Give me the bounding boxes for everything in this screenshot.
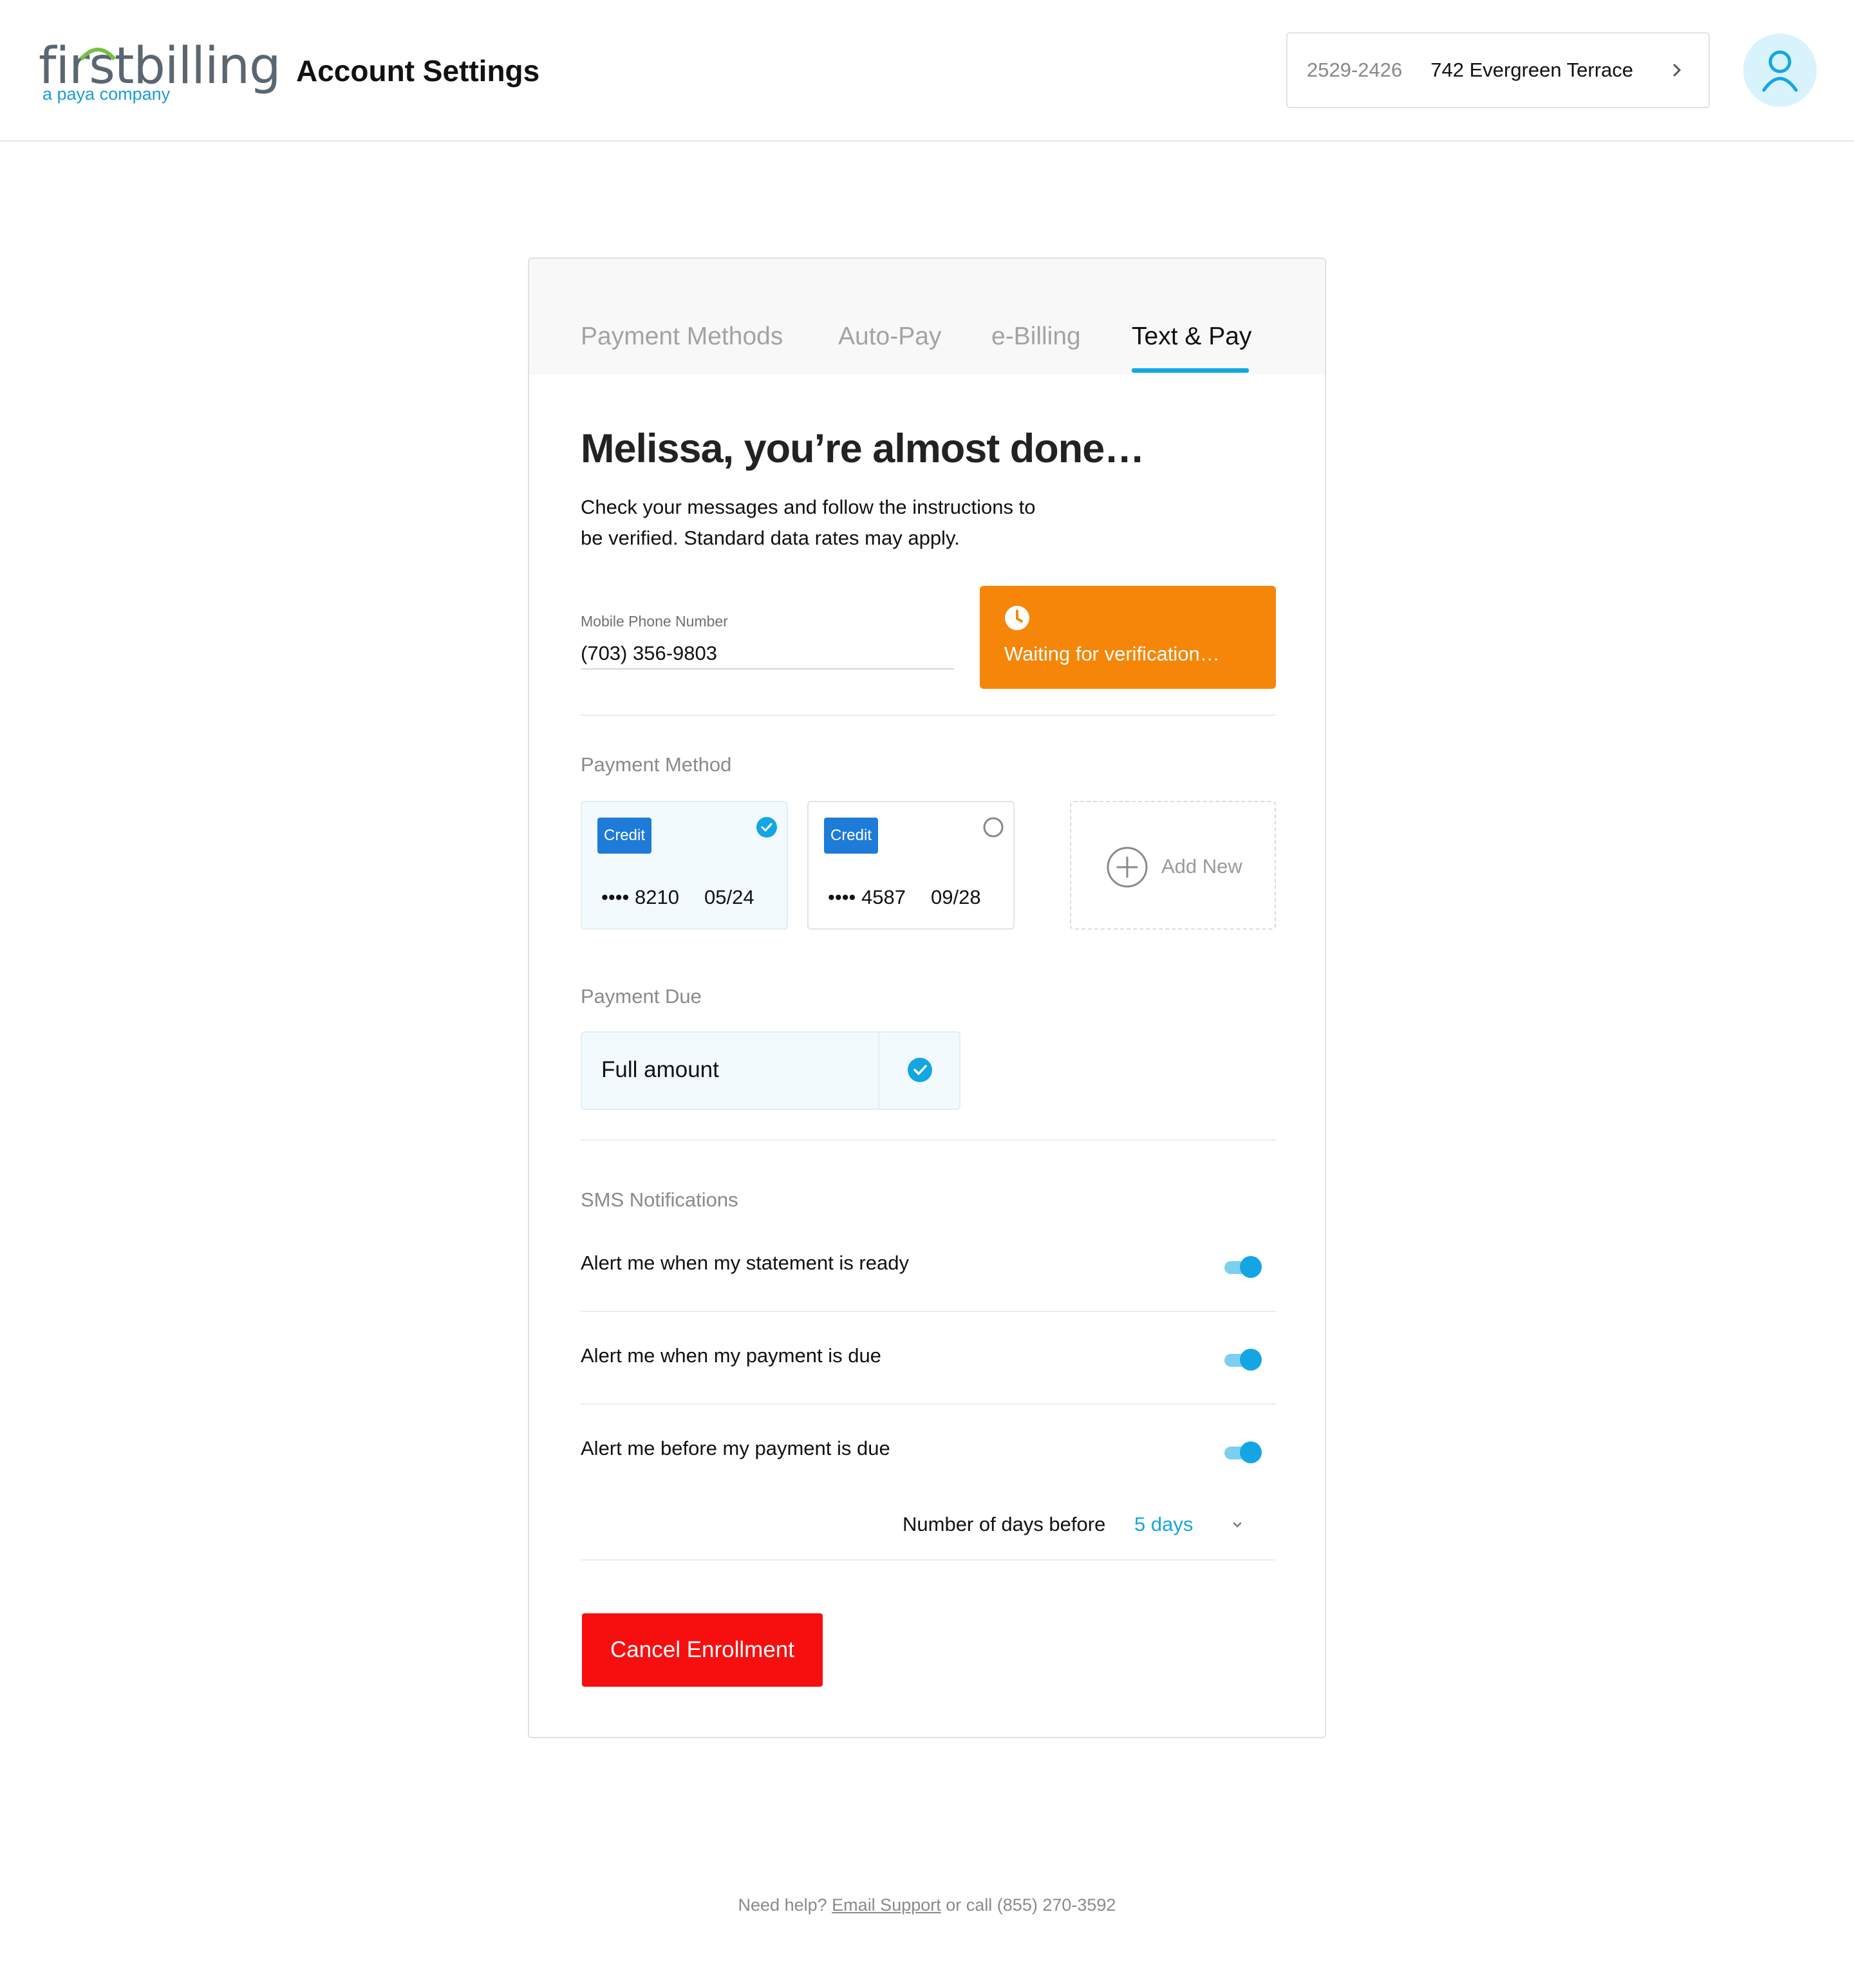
sms-alert-row: Alert me before my payment is due [581, 1430, 1276, 1476]
verification-status-button[interactable]: Waiting for verification… [980, 586, 1276, 689]
payment-card-4587[interactable]: Credit •••• 4587 09/28 [807, 801, 1015, 930]
sms-notifications-label: SMS Notifications [581, 1188, 738, 1211]
section-divider [581, 1139, 1276, 1141]
tab-auto-pay[interactable]: Auto-Pay [838, 321, 941, 353]
logo-tagline: a paya company [42, 84, 171, 104]
plus-circle-icon [1107, 847, 1148, 888]
toggle-knob [1240, 1441, 1262, 1463]
sms-alert-label: Alert me before my payment is due [581, 1437, 890, 1459]
tab-payment-methods[interactable]: Payment Methods [581, 321, 783, 353]
help-phone-text: or call (855) 270-3592 [946, 1895, 1116, 1915]
chevron-right-icon [1673, 64, 1681, 77]
first-billing-logo[interactable]: firstbilling a paya company [39, 37, 281, 108]
settings-card: Payment Methods Auto-Pay e-Billing Text … [528, 258, 1326, 1738]
payment-method-label: Payment Method [581, 753, 732, 776]
user-avatar[interactable] [1743, 33, 1817, 107]
payment-due-option[interactable]: Full amount [581, 1031, 960, 1110]
logo-arc-icon [79, 48, 117, 61]
section-divider [581, 1559, 1276, 1561]
credit-badge: Credit [597, 818, 651, 854]
page-heading: Melissa, you’re almost done… [581, 426, 1145, 471]
days-before-select[interactable]: 5 days [1134, 1508, 1276, 1544]
payment-due-label: Payment Due [581, 985, 702, 1008]
sms-alert-label: Alert me when my statement is ready [581, 1252, 909, 1274]
phone-field-label: Mobile Phone Number [581, 613, 728, 630]
days-before-label: Number of days before [903, 1513, 1106, 1535]
before-due-toggle[interactable] [1224, 1441, 1262, 1464]
card-last-digits: •••• 8210 [601, 886, 679, 908]
tab-bar: Payment Methods Auto-Pay e-Billing Text … [529, 259, 1325, 375]
check-circle-icon [908, 1058, 932, 1082]
card-expiry: 05/24 [704, 886, 754, 908]
chevron-down-icon [1233, 1522, 1242, 1528]
toggle-knob [1240, 1256, 1262, 1278]
row-divider [581, 1403, 1276, 1405]
card-last-digits: •••• 4587 [828, 886, 906, 908]
section-divider [581, 715, 1276, 716]
days-before-value: 5 days [1134, 1513, 1194, 1535]
statement-ready-toggle[interactable] [1224, 1255, 1262, 1279]
payment-due-value: Full amount [601, 1057, 719, 1082]
clock-icon [1005, 606, 1029, 630]
add-new-label: Add New [1161, 855, 1242, 877]
credit-badge: Credit [824, 818, 878, 854]
payment-due-toggle[interactable] [1224, 1348, 1262, 1371]
verification-status-label: Waiting for verification… [1004, 642, 1220, 665]
account-selector[interactable]: 2529-2426 742 Evergreen Terrace [1286, 32, 1710, 108]
cancel-enrollment-button[interactable]: Cancel Enrollment [582, 1613, 823, 1687]
help-footer: Need help? Email Support or call (855) 2… [0, 1895, 1854, 1915]
option-divider [878, 1033, 879, 1109]
days-before-row: Number of days before 5 days [581, 1508, 1276, 1546]
user-icon [1762, 50, 1798, 92]
sms-alert-label: Alert me when my payment is due [581, 1344, 881, 1367]
check-circle-icon [756, 817, 777, 838]
intro-text: Check your messages and follow the instr… [581, 492, 1083, 554]
active-tab-indicator [1132, 368, 1249, 373]
sms-alert-row: Alert me when my statement is ready [581, 1245, 1276, 1290]
intro-line-2: be verified. Standard data rates may app… [581, 527, 960, 549]
account-number: 2529-2426 [1307, 59, 1403, 81]
row-divider [581, 1311, 1276, 1312]
tab-e-billing[interactable]: e-Billing [991, 321, 1081, 353]
add-new-payment-button[interactable]: Add New [1070, 801, 1276, 930]
sms-alert-row: Alert me when my payment is due [581, 1338, 1276, 1383]
tab-text-and-pay[interactable]: Text & Pay [1132, 321, 1251, 353]
account-address: 742 Evergreen Terrace [1430, 59, 1634, 81]
card-expiry: 09/28 [931, 886, 981, 908]
mobile-phone-input[interactable] [581, 639, 954, 670]
radio-unselected-icon [983, 817, 1004, 838]
email-support-link[interactable]: Email Support [832, 1895, 941, 1915]
page-title: Account Settings [296, 54, 540, 88]
help-prefix: Need help? [738, 1895, 827, 1915]
toggle-knob [1240, 1349, 1262, 1371]
payment-card-8210[interactable]: Credit •••• 8210 05/24 [581, 801, 788, 930]
intro-line-1: Check your messages and follow the instr… [581, 496, 1036, 518]
top-header: firstbilling a paya company Account Sett… [0, 0, 1854, 142]
